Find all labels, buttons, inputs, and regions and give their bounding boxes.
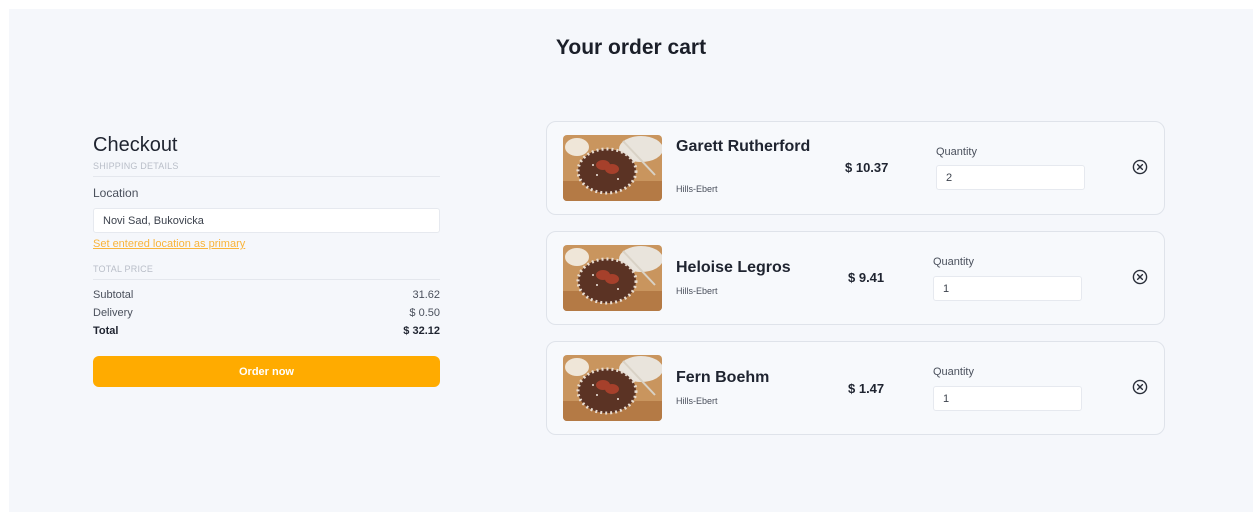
cart-item: Garett Rutherford Hills-Ebert $ 10.37 Qu… xyxy=(546,121,1165,215)
checkout-panel: Checkout SHIPPING DETAILS Location Set e… xyxy=(93,134,440,387)
quantity-label: Quantity xyxy=(933,256,974,268)
close-circle-icon xyxy=(1132,159,1148,175)
total-row: Total $ 32.12 xyxy=(93,325,440,337)
remove-item-button[interactable] xyxy=(1132,159,1148,175)
total-value: $ 32.12 xyxy=(403,325,440,337)
item-price: $ 10.37 xyxy=(845,160,889,175)
close-circle-icon xyxy=(1132,269,1148,285)
quantity-input[interactable] xyxy=(936,165,1085,190)
cookie-image xyxy=(563,245,662,311)
product-image xyxy=(563,245,662,311)
subtotal-label: Subtotal xyxy=(93,289,134,301)
set-primary-location-link[interactable]: Set entered location as primary xyxy=(93,238,245,250)
item-vendor: Hills-Ebert xyxy=(676,396,718,406)
item-price: $ 1.47 xyxy=(848,381,885,396)
checkout-title: Checkout xyxy=(93,134,178,156)
item-name: Fern Boehm xyxy=(676,369,770,386)
quantity-label: Quantity xyxy=(933,366,974,378)
page-title: Your order cart xyxy=(555,36,707,59)
total-price-label: TOTAL PRICE xyxy=(93,264,440,280)
item-price: $ 9.41 xyxy=(848,270,885,285)
quantity-input[interactable] xyxy=(933,386,1082,411)
location-input[interactable] xyxy=(93,208,440,233)
remove-item-button[interactable] xyxy=(1132,379,1148,395)
item-vendor: Hills-Ebert xyxy=(676,286,718,296)
cookie-image xyxy=(563,355,662,421)
product-image xyxy=(563,355,662,421)
location-label: Location xyxy=(93,186,139,200)
item-name: Heloise Legros xyxy=(676,259,791,276)
cart-item: Fern Boehm Hills-Ebert $ 1.47 Quantity xyxy=(546,341,1165,435)
quantity-input[interactable] xyxy=(933,276,1082,301)
close-circle-icon xyxy=(1132,379,1148,395)
shipping-details-label: SHIPPING DETAILS xyxy=(93,161,440,177)
product-image xyxy=(563,135,662,201)
cart-list: Garett Rutherford Hills-Ebert $ 10.37 Qu… xyxy=(546,121,1165,451)
delivery-row: Delivery $ 0.50 xyxy=(93,307,440,319)
quantity-label: Quantity xyxy=(936,146,977,158)
cart-item: Heloise Legros Hills-Ebert $ 9.41 Quanti… xyxy=(546,231,1165,325)
remove-item-button[interactable] xyxy=(1132,269,1148,285)
cookie-image xyxy=(563,135,662,201)
item-name: Garett Rutherford xyxy=(676,138,811,155)
order-now-button[interactable]: Order now xyxy=(93,356,440,387)
total-label: Total xyxy=(93,325,119,337)
subtotal-row: Subtotal 31.62 xyxy=(93,289,440,301)
item-vendor: Hills-Ebert xyxy=(676,184,718,194)
cart-page: Your order cart Checkout SHIPPING DETAIL… xyxy=(9,9,1253,512)
subtotal-value: 31.62 xyxy=(412,289,440,301)
delivery-label: Delivery xyxy=(93,307,133,319)
delivery-value: $ 0.50 xyxy=(409,307,440,319)
